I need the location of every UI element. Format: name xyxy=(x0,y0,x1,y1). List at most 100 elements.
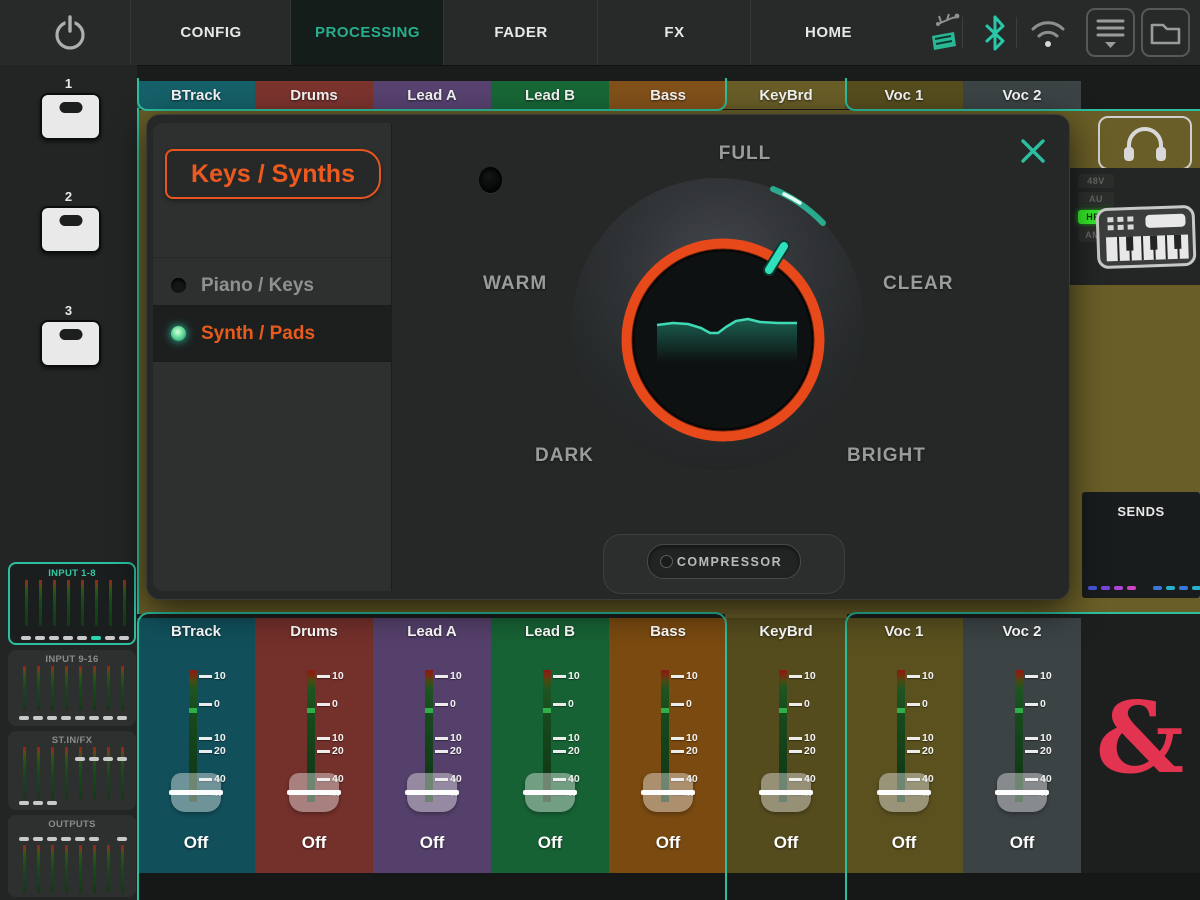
fader-cap[interactable] xyxy=(523,773,577,812)
mini-fader-dash xyxy=(119,636,129,640)
fader-cap[interactable] xyxy=(877,773,931,812)
mini-meter xyxy=(121,666,124,710)
softkey-button-3[interactable] xyxy=(40,320,101,367)
top-tab-config[interactable]: CONFIG xyxy=(130,0,291,65)
fader-cap[interactable] xyxy=(169,773,223,812)
fader-cap[interactable] xyxy=(995,773,1049,812)
mini-meter xyxy=(79,666,82,710)
channel-tab-voc2[interactable]: Voc 2 xyxy=(963,81,1081,109)
headphones-button[interactable] xyxy=(1098,116,1192,170)
fader-cap-line xyxy=(405,790,459,795)
softkey-number: 2 xyxy=(64,189,73,204)
mini-meter xyxy=(25,580,28,626)
mini-fader-dash xyxy=(103,716,113,720)
fader-value: Off xyxy=(773,833,799,852)
mini-meter xyxy=(95,580,98,626)
meter-panel-input-1-8[interactable]: INPUT 1-8 xyxy=(8,562,136,645)
sends-meter-dash xyxy=(1166,586,1175,590)
fader-cap[interactable] xyxy=(287,773,341,812)
meter-panel-outputs[interactable]: OUTPUTS xyxy=(8,815,136,897)
tone-knob[interactable] xyxy=(558,176,888,506)
fader-tick xyxy=(789,750,802,753)
softkey-number: 3 xyxy=(64,303,73,318)
softkey-button-2[interactable] xyxy=(40,206,101,253)
channel-tab-keybrd[interactable]: KeyBrd xyxy=(727,81,845,109)
radio-icon xyxy=(171,278,186,293)
channel-tab-leadb[interactable]: Lead B xyxy=(491,81,609,109)
fader-tick-label: 10 xyxy=(1040,670,1052,682)
fader-tick xyxy=(553,703,566,706)
meter-panel-st-in-fx[interactable]: ST.IN/FX xyxy=(8,731,136,810)
top-tab-fx[interactable]: FX xyxy=(597,0,751,65)
fader-tick xyxy=(199,750,212,753)
channel-tab-drums[interactable]: Drums xyxy=(255,81,373,109)
softkey-number: 1 xyxy=(64,76,73,91)
mini-fader-dash xyxy=(21,636,31,640)
dialog-title-text: Keys / Synths xyxy=(191,159,355,188)
fader-cap-line xyxy=(759,790,813,795)
channel-tab-bass[interactable]: Bass xyxy=(609,81,727,109)
scene-list-button[interactable] xyxy=(1086,8,1135,57)
brand-ampersand-logo: & xyxy=(1095,681,1185,796)
strip-meter-level xyxy=(661,708,669,713)
fader-tick xyxy=(553,737,566,740)
eq-curve-display xyxy=(656,317,797,362)
fader-tick-label: 10 xyxy=(804,732,816,744)
sends-panel[interactable]: SENDS xyxy=(1082,492,1200,598)
close-icon[interactable] xyxy=(1019,137,1047,165)
channel-strip-leada: Lead A100102040∞Off xyxy=(373,618,491,873)
fader-cap[interactable] xyxy=(759,773,813,812)
fader-tick xyxy=(1025,675,1038,678)
fader-tick xyxy=(789,737,802,740)
knob-label-full: FULL xyxy=(718,143,772,164)
channel-strip-drums: Drums100102040∞Off xyxy=(255,618,373,873)
option-label: Piano / Keys xyxy=(201,274,314,296)
fader-tick-label: 0 xyxy=(686,698,692,710)
mini-meter xyxy=(51,845,54,893)
meter-panel-input-9-16[interactable]: INPUT 9-16 xyxy=(8,650,136,726)
top-tab-home[interactable]: HOME xyxy=(750,0,906,65)
mini-fader-dash xyxy=(19,716,29,720)
mini-fader-dash xyxy=(33,801,43,805)
mini-fader-dash xyxy=(61,837,71,841)
mini-fader-dash xyxy=(117,716,127,720)
mini-meter xyxy=(23,845,26,893)
mini-fader-dash xyxy=(35,636,45,640)
mini-meter xyxy=(65,747,68,799)
sends-meter-dash xyxy=(1179,586,1188,590)
fader-cap[interactable] xyxy=(641,773,695,812)
strip-meter-level xyxy=(1015,708,1023,713)
sends-meter-dash xyxy=(1127,586,1136,590)
fader-tick-label: 10 xyxy=(214,732,226,744)
fader-value: Off xyxy=(537,833,563,852)
mini-meter xyxy=(65,666,68,710)
fader-tick xyxy=(907,737,920,740)
fader-tick-label: 0 xyxy=(922,698,928,710)
strip-name: Drums xyxy=(290,623,338,640)
preamp-badge-48v: 48V xyxy=(1078,174,1114,188)
meter-panel-title: INPUT 9-16 xyxy=(45,654,99,665)
softkey-button-1[interactable] xyxy=(40,93,101,140)
mini-meter xyxy=(23,666,26,710)
mini-meter xyxy=(93,666,96,710)
compressor-led xyxy=(660,555,673,568)
power-icon[interactable] xyxy=(51,13,89,53)
fader-tick-label: 10 xyxy=(332,732,344,744)
fader-cap[interactable] xyxy=(405,773,459,812)
fader-tick xyxy=(553,675,566,678)
top-tab-processing[interactable]: PROCESSING xyxy=(290,0,444,65)
sends-meter-dash xyxy=(1153,586,1162,590)
strip-meter-level xyxy=(307,708,315,713)
channel-tab-btrack[interactable]: BTrack xyxy=(137,81,255,109)
top-tab-fader[interactable]: FADER xyxy=(443,0,598,65)
channel-tab-voc1[interactable]: Voc 1 xyxy=(845,81,963,109)
strip-name: Voc 2 xyxy=(1002,623,1042,640)
strip-name: Voc 1 xyxy=(884,623,924,640)
option-synth-pads[interactable]: Synth / Pads xyxy=(153,305,391,362)
mixer-app: CONFIG PROCESSING FADER FX HOME 1 2 3 IN… xyxy=(0,0,1200,900)
channel-tab-leada[interactable]: Lead A xyxy=(373,81,491,109)
folder-button[interactable] xyxy=(1141,8,1190,57)
fader-tick-label: 20 xyxy=(1040,745,1052,757)
compressor-button[interactable]: COMPRESSOR xyxy=(647,544,801,579)
fader-tick xyxy=(317,675,330,678)
